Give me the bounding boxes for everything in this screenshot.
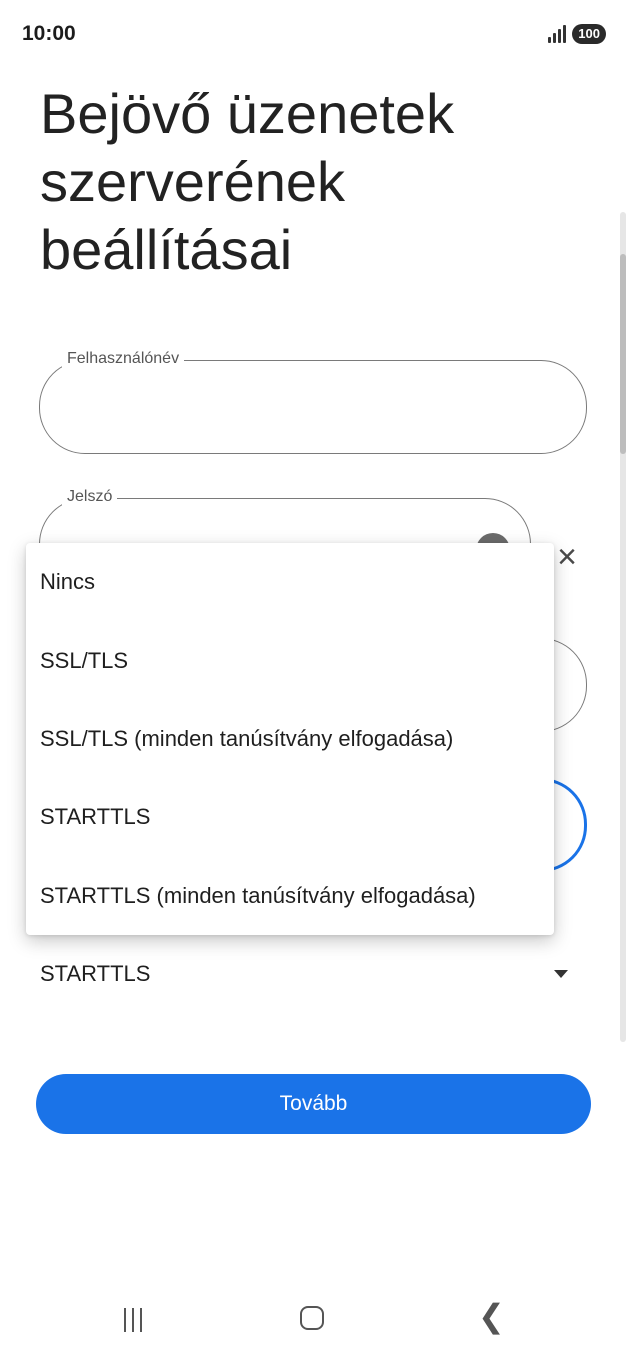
status-time: 10:00 [22,22,76,45]
menu-item-ssl-tls-accept-all[interactable]: SSL/TLS (minden tanúsítvány elfogadása) [26,700,554,778]
page-title: Bejövő üzenetek szerverének beállításai [40,82,455,281]
status-indicators: 100 [548,24,606,44]
security-value: STARTTLS [40,961,151,986]
close-icon[interactable]: × [552,540,582,574]
username-label: Felhasználónév [62,350,185,368]
signal-bars-icon [548,25,567,43]
scrollbar[interactable] [620,212,626,1042]
menu-item-starttls-accept-all[interactable]: STARTTLS (minden tanúsítvány elfogadása) [26,857,554,935]
dropdown-arrow-icon [554,970,568,978]
scrollbar-thumb[interactable] [620,254,626,454]
menu-item-none[interactable]: Nincs [26,543,554,621]
battery-badge: 100 [572,24,606,44]
navigation-bar: ❮ [0,1280,626,1358]
menu-item-ssl-tls[interactable]: SSL/TLS [26,621,554,699]
password-label: Jelszó [62,488,118,506]
security-options-menu: Nincs SSL/TLS SSL/TLS (minden tanúsítván… [26,543,554,935]
home-icon[interactable] [300,1306,324,1330]
screen: 10:00 100 Bejövő üzenetek szerverének be… [0,0,626,1358]
continue-button[interactable]: Tovább [36,1074,591,1134]
back-icon[interactable]: ❮ [478,1300,505,1332]
security-select[interactable]: STARTTLS [40,950,580,998]
recent-apps-icon[interactable] [124,1308,142,1332]
menu-item-starttls[interactable]: STARTTLS [26,778,554,856]
username-field[interactable]: Felhasználónév [39,350,587,454]
